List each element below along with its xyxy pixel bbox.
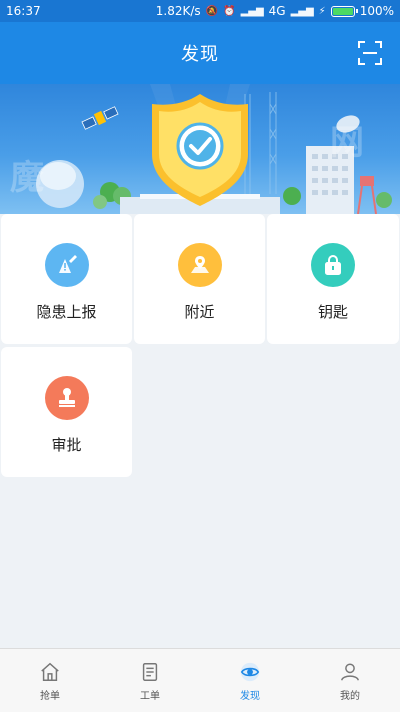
signal-icon-2: ▂▄▆ xyxy=(290,5,314,17)
svg-text:网: 网 xyxy=(330,123,364,163)
report-icon xyxy=(44,243,89,287)
svg-text:魔: 魔 xyxy=(10,158,44,198)
nav-label: 发现 xyxy=(240,691,260,702)
banner-image: 魔 网 xyxy=(0,84,400,214)
charging-icon: ⚡ xyxy=(318,5,326,17)
status-time: 16:37 xyxy=(6,4,41,18)
alarm-icon: ⏰ xyxy=(223,5,236,17)
nav-label: 工单 xyxy=(140,691,160,702)
map-pin-icon xyxy=(177,243,222,287)
battery-icon xyxy=(330,5,358,17)
nav-item-mine[interactable]: 我的 xyxy=(300,649,400,712)
app-header: 发现 xyxy=(0,22,400,84)
tile-label: 钥匙 xyxy=(317,303,348,321)
tile-label: 附近 xyxy=(184,303,215,321)
clipboard-icon xyxy=(142,663,158,681)
page-title: 发现 xyxy=(181,44,219,65)
tile-label: 审批 xyxy=(51,436,82,454)
battery-level: 100% xyxy=(359,4,394,18)
tile-hazard-report[interactable]: 隐患上报 xyxy=(1,214,132,344)
banner-illustration: 魔 网 xyxy=(10,84,392,214)
tile-keys[interactable]: 钥匙 xyxy=(267,214,399,344)
nav-item-discover[interactable]: 发现 xyxy=(200,649,300,712)
tile-approval[interactable]: 审批 xyxy=(1,347,132,477)
status-bar: 16:37 1.82K/s 🔕 ⏰ ▂▄▆ 4G ▂▄▆ ⚡ 100% xyxy=(0,0,400,22)
eye-icon xyxy=(240,662,260,682)
network-type: 4G xyxy=(268,4,286,18)
stamp-icon xyxy=(44,376,89,420)
tile-nearby[interactable]: 附近 xyxy=(134,214,265,344)
status-icons: 1.82K/s 🔕 ⏰ ▂▄▆ 4G ▂▄▆ ⚡ 100% xyxy=(156,4,394,18)
nav-item-grab-order[interactable]: 抢单 xyxy=(0,649,100,712)
lock-icon xyxy=(311,243,355,287)
network-speed: 1.82K/s xyxy=(155,4,201,18)
home-icon xyxy=(41,662,59,681)
scan-icon[interactable] xyxy=(358,41,382,65)
nav-label: 我的 xyxy=(340,691,360,702)
tile-label: 隐患上报 xyxy=(36,303,97,321)
nav-item-work-order[interactable]: 工单 xyxy=(100,649,200,712)
user-icon xyxy=(341,663,359,681)
nav-label: 抢单 xyxy=(40,691,60,702)
bottom-nav: 抢单 工单 发现 我的 xyxy=(0,648,400,712)
signal-icon: ▂▄▆ xyxy=(240,5,264,17)
mute-icon: 🔕 xyxy=(205,5,219,17)
